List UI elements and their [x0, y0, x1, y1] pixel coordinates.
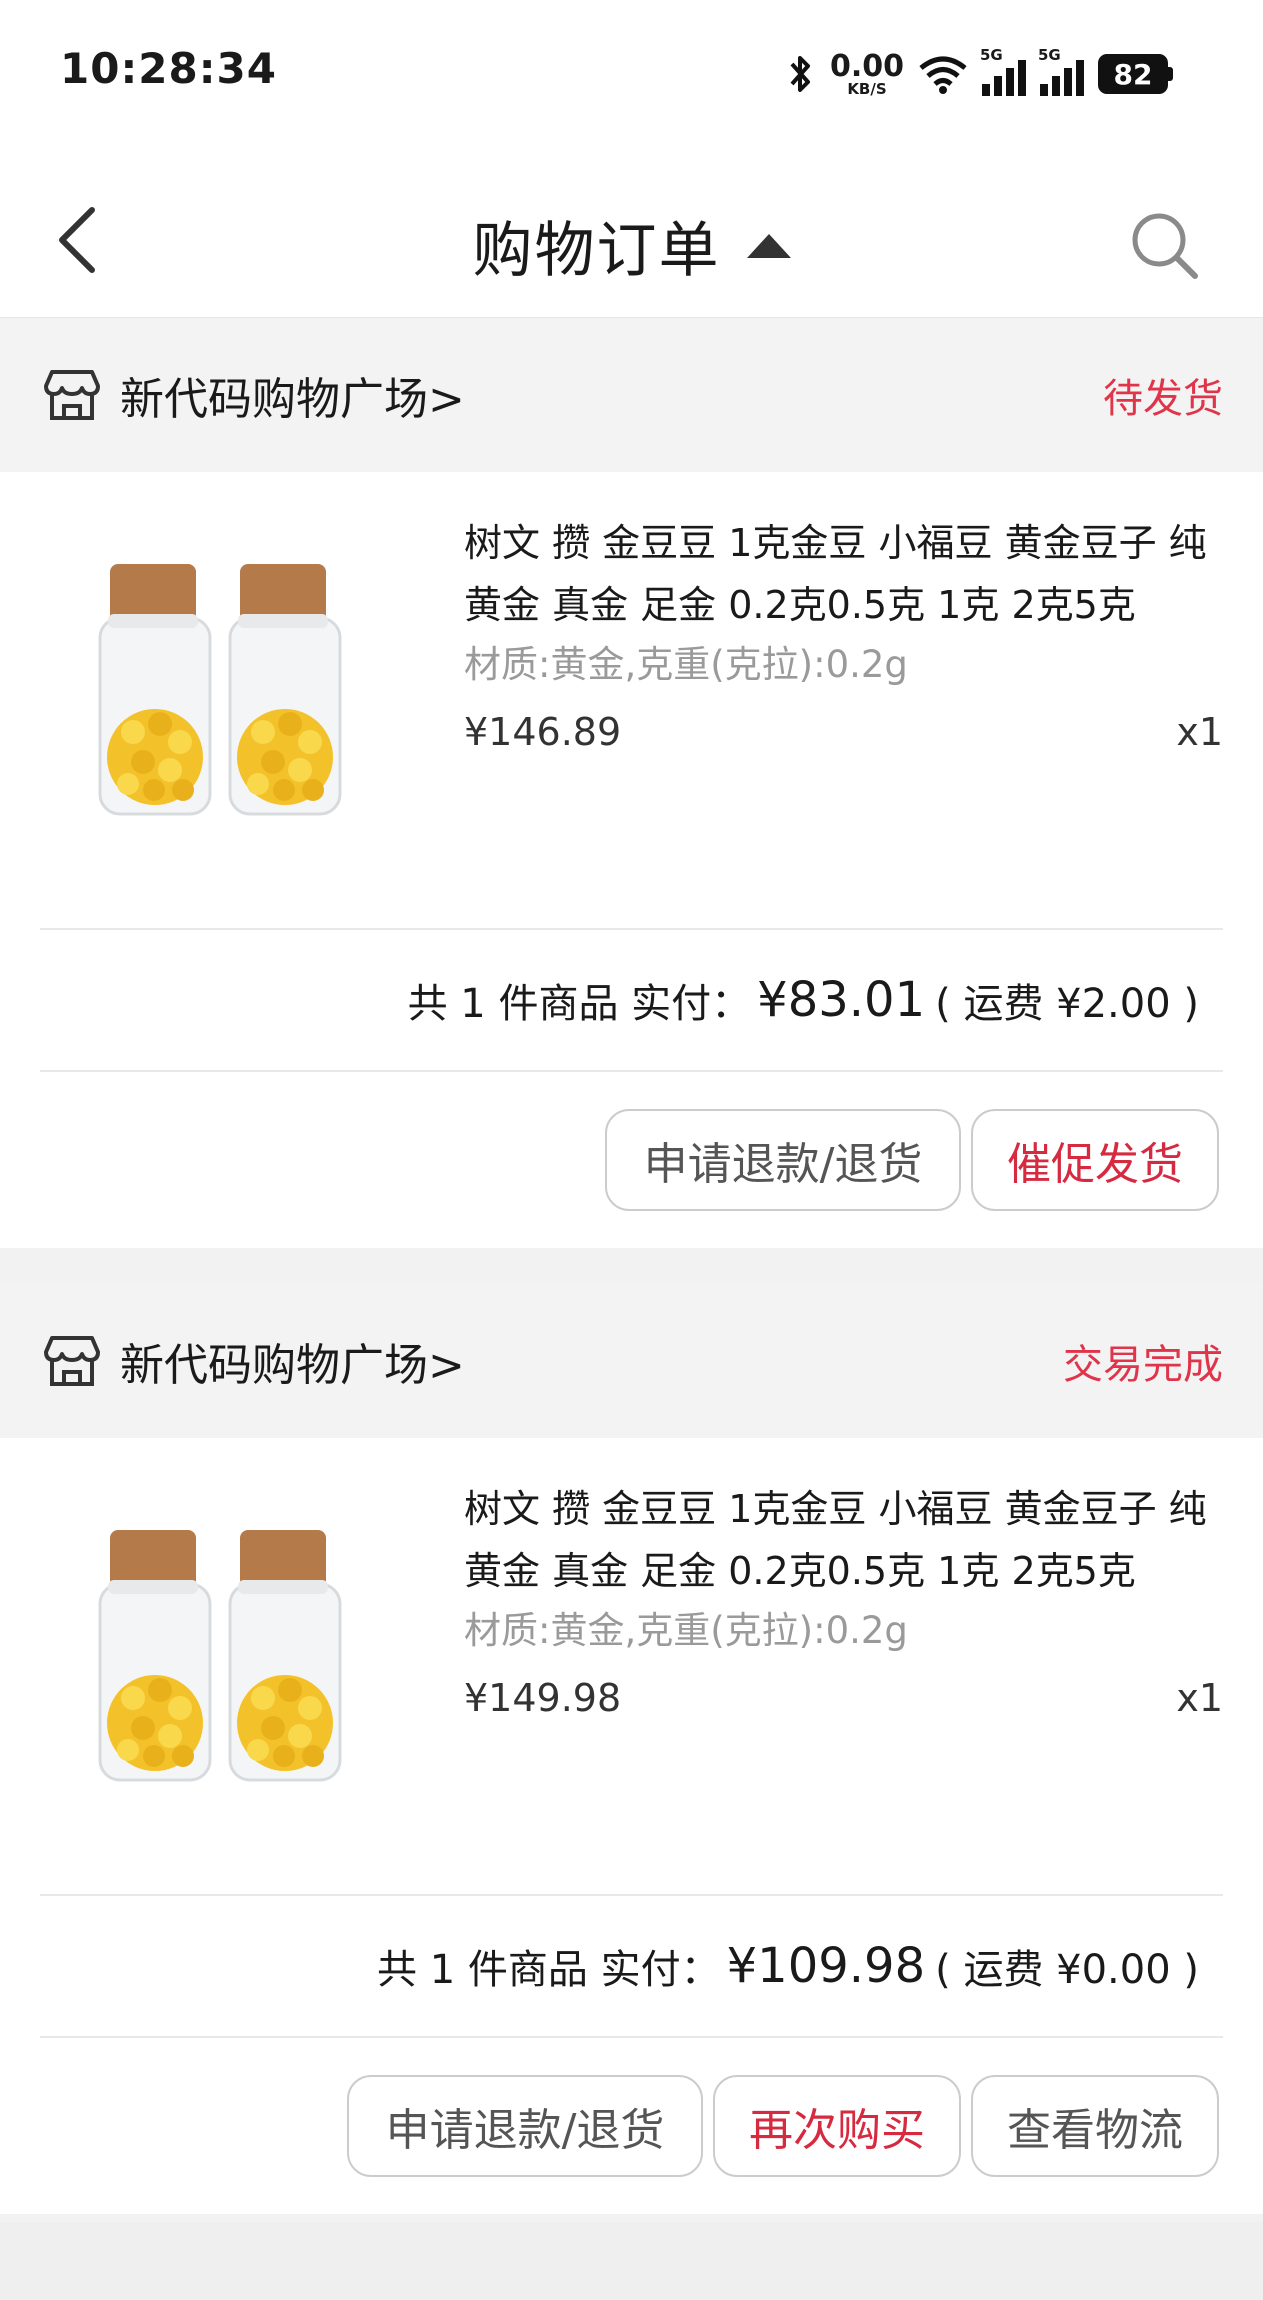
- order-status: 待发货: [1103, 376, 1223, 422]
- order-status: 交易完成: [1063, 1342, 1223, 1388]
- signal-icon-sim1: 5G: [980, 46, 1026, 96]
- signal-icon-sim2: 5G: [1038, 46, 1084, 96]
- shop-name[interactable]: 新代码购物广场>: [120, 363, 465, 427]
- section-gap: [0, 1250, 1263, 1284]
- battery-icon: 82: [1098, 54, 1173, 94]
- bluetooth-icon: [790, 56, 810, 92]
- product-image: [98, 1530, 342, 1782]
- order-summary: 共 1 件商品 实付： ¥109.98 ( 运费 ¥0.00 ): [0, 1896, 1263, 2036]
- product-title: 树文 攒 金豆豆 1克金豆 小福豆 黄金豆子 纯黄金 真金 足金 0.2克0.5…: [464, 521, 1207, 627]
- product-spec: 材质:黄金,克重(克拉):0.2g: [464, 1609, 908, 1652]
- product-row[interactable]: 树文 攒 金豆豆 1克金豆 小福豆 黄金豆子 纯黄金 真金 足金 0.2克0.5…: [0, 1438, 1263, 1894]
- store-icon: [44, 370, 100, 420]
- product-row[interactable]: 树文 攒 金豆豆 1克金豆 小福豆 黄金豆子 纯黄金 真金 足金 0.2克0.5…: [0, 472, 1263, 928]
- search-icon[interactable]: [1125, 206, 1205, 286]
- buy-again-button[interactable]: 再次购买: [713, 2075, 961, 2177]
- summary-count: 共 1 件商品 实付：: [407, 981, 752, 1027]
- order-summary: 共 1 件商品 实付： ¥83.01 ( 运费 ¥2.00 ): [0, 930, 1263, 1070]
- wifi-icon: [919, 56, 967, 94]
- order-card: 新代码购物广场> 交易完成 树文 攒 金豆豆 1克金豆 小福豆 黄金豆子 纯黄金…: [0, 1284, 1263, 2214]
- summary-shipping: ( 运费 ¥0.00 ): [935, 1947, 1199, 1993]
- order-card: 新代码购物广场> 待发货 树文 攒 金豆豆 1克金豆 小福豆 黄金豆子 纯黄金 …: [0, 318, 1263, 1248]
- section-gap: [0, 2222, 1263, 2300]
- network-speed: 0.00 KB/S: [829, 48, 904, 98]
- summary-amount: ¥109.98: [726, 1938, 926, 1994]
- order-actions: 申请退款/退货 催促发货: [0, 1072, 1263, 1248]
- product-title: 树文 攒 金豆豆 1克金豆 小福豆 黄金豆子 纯黄金 真金 足金 0.2克0.5…: [464, 1487, 1207, 1593]
- summary-count: 共 1 件商品 实付：: [377, 1947, 721, 1993]
- refund-button[interactable]: 申请退款/退货: [347, 2075, 703, 2177]
- summary-amount: ¥83.01: [757, 972, 926, 1028]
- urge-shipping-button[interactable]: 催促发货: [971, 1109, 1219, 1211]
- view-logistics-button[interactable]: 查看物流: [971, 2075, 1219, 2177]
- refund-button[interactable]: 申请退款/退货: [605, 1109, 961, 1211]
- header: 购物订单: [0, 150, 1263, 318]
- status-icons: 0.00 KB/S 5G 5G 82: [786, 46, 1173, 100]
- product-price: ¥146.89: [464, 710, 622, 754]
- shop-bar[interactable]: 新代码购物广场> 交易完成: [0, 1284, 1263, 1438]
- title-dropdown[interactable]: 购物订单: [0, 202, 1263, 289]
- product-quantity: x1: [1176, 710, 1223, 754]
- status-time: 10:28:34: [60, 44, 277, 93]
- shop-bar[interactable]: 新代码购物广场> 待发货: [0, 318, 1263, 472]
- product-quantity: x1: [1176, 1676, 1223, 1720]
- store-icon: [44, 1336, 100, 1386]
- page-title: 购物订单: [472, 216, 721, 286]
- battery-level: 82: [1098, 54, 1168, 94]
- status-bar: 10:28:34 0.00 KB/S 5G 5G 82: [0, 0, 1263, 150]
- caret-up-icon: [746, 233, 791, 258]
- product-spec: 材质:黄金,克重(克拉):0.2g: [464, 643, 908, 686]
- shop-name[interactable]: 新代码购物广场>: [120, 1329, 465, 1393]
- summary-shipping: ( 运费 ¥2.00 ): [935, 981, 1199, 1027]
- product-price: ¥149.98: [464, 1676, 622, 1720]
- product-image: [98, 564, 342, 816]
- order-actions: 申请退款/退货 再次购买 查看物流: [0, 2038, 1263, 2214]
